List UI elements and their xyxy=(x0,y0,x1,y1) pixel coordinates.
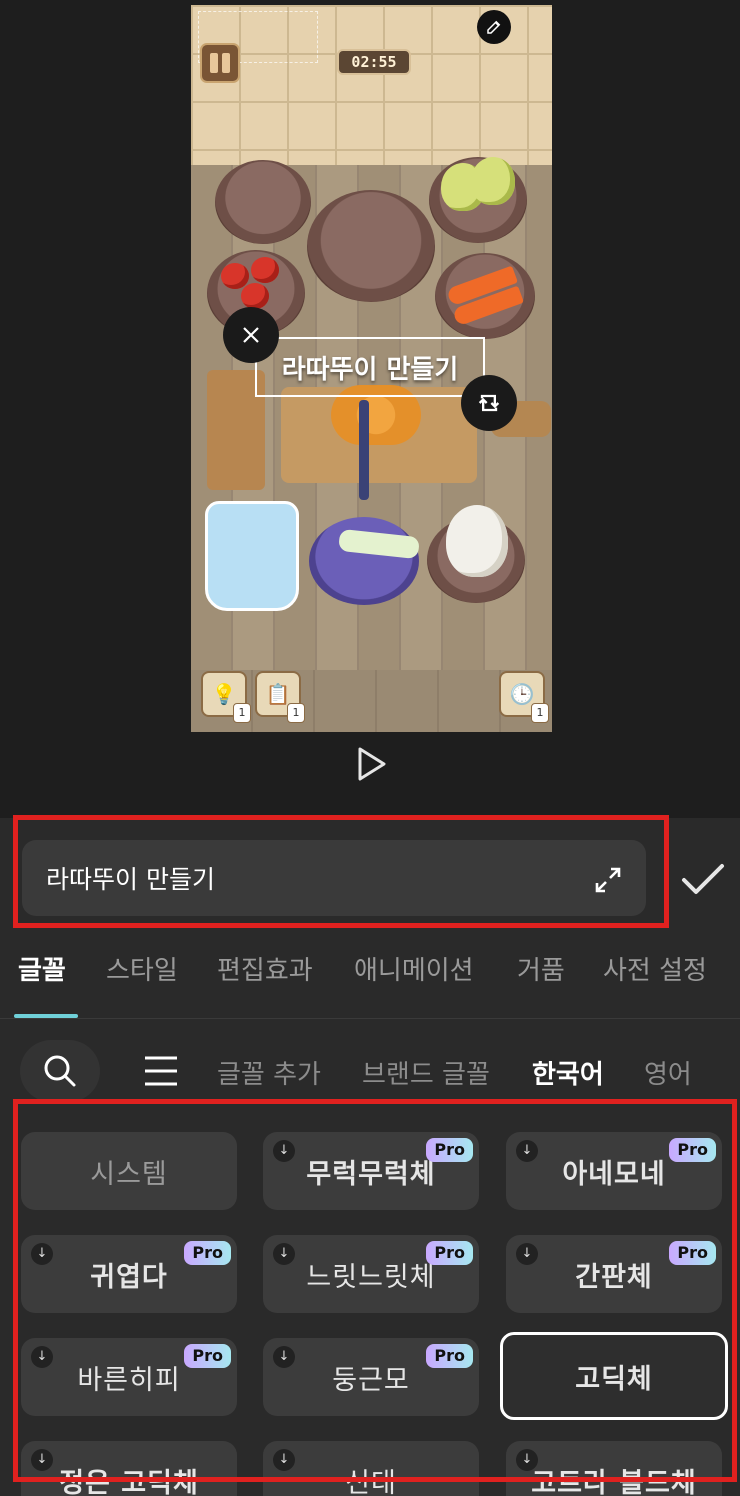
tomato xyxy=(251,257,279,283)
clock-count: 1 xyxy=(531,703,549,723)
video-preview-area: 02:55 💡 1 📋 1 🕒 1 라따뚜이 만들기 xyxy=(0,0,740,818)
purple-bowl xyxy=(307,190,435,302)
text-input-value: 라따뚜이 만들기 xyxy=(46,865,215,894)
pro-badge: Pro xyxy=(669,1138,716,1162)
download-icon: ↓ xyxy=(31,1243,53,1265)
download-icon: ↓ xyxy=(273,1140,295,1162)
font-search-button[interactable] xyxy=(20,1040,100,1102)
rotate-scale-handle[interactable] xyxy=(461,375,517,431)
filter-add-font[interactable]: 글꼴 추가 xyxy=(217,1054,321,1091)
purple-plate xyxy=(309,517,419,605)
font-filter-row: 글꼴 추가 브랜드 글꼴 한국어 영어 xyxy=(0,1040,740,1102)
filter-english[interactable]: 영어 xyxy=(644,1054,692,1091)
font-name: 정은 고딕체 xyxy=(59,1467,199,1496)
text-overlay-box[interactable]: 라따뚜이 만들기 xyxy=(255,337,485,397)
font-list-menu-icon[interactable] xyxy=(142,1054,180,1088)
font-card[interactable]: ↓ Pro 간판체 xyxy=(506,1235,722,1313)
confirm-check-icon[interactable] xyxy=(680,856,726,902)
font-card[interactable]: ↓ Pro 느릿느릿체 xyxy=(263,1235,479,1313)
download-icon: ↓ xyxy=(273,1243,295,1265)
delete-text-button[interactable] xyxy=(223,307,279,363)
search-icon xyxy=(44,1055,76,1087)
font-name: 둥근모 xyxy=(332,1364,410,1396)
tab-style[interactable]: 스타일 xyxy=(106,950,178,987)
font-card[interactable]: ↓ Pro 귀엽다 xyxy=(21,1235,237,1313)
water-pitcher xyxy=(205,501,299,611)
empty-bowl xyxy=(215,160,311,244)
tab-presets[interactable]: 사전 설정 xyxy=(603,950,707,987)
expand-icon[interactable] xyxy=(592,864,624,896)
font-name: 느릿느릿체 xyxy=(306,1261,436,1293)
game-pause-button xyxy=(200,43,240,83)
font-name: 고딕체 xyxy=(575,1363,653,1395)
font-grid: 시스템 ↓ Pro 무럭무럭체 ↓ Pro 아네모네 ↓ Pro 귀엽다 ↓ P… xyxy=(0,1130,740,1496)
kitchen-knife xyxy=(359,400,369,500)
download-icon: ↓ xyxy=(31,1346,53,1368)
pro-badge: Pro xyxy=(669,1241,716,1265)
font-card[interactable]: ↓ 정은 고딕체 xyxy=(21,1441,237,1496)
font-name: 신대 xyxy=(345,1467,397,1496)
download-icon: ↓ xyxy=(273,1346,295,1368)
onion xyxy=(471,157,515,205)
game-timer: 02:55 xyxy=(337,49,411,75)
clock-icon: 🕒 1 xyxy=(499,671,549,723)
font-card-system[interactable]: 시스템 xyxy=(21,1132,237,1210)
font-name: 코트라 볼드체 xyxy=(531,1467,697,1496)
download-icon: ↓ xyxy=(516,1140,538,1162)
play-button[interactable] xyxy=(352,744,392,784)
tab-effects[interactable]: 편집효과 xyxy=(217,950,313,987)
pro-badge: Pro xyxy=(184,1241,231,1265)
pro-badge: Pro xyxy=(426,1344,473,1368)
pencil-icon xyxy=(487,20,501,34)
edit-pencil-button[interactable] xyxy=(477,10,511,44)
font-card[interactable]: ↓ Pro 아네모네 xyxy=(506,1132,722,1210)
tab-font[interactable]: 글꼴 xyxy=(18,950,66,987)
play-icon xyxy=(358,747,386,781)
tomato xyxy=(241,283,269,309)
font-card[interactable]: ↓ 코트라 볼드체 xyxy=(506,1441,722,1496)
font-card[interactable]: ↓ 신대 xyxy=(263,1441,479,1496)
text-edit-tabs: 글꼴 스타일 편집효과 애니메이션 거품 사전 설정 xyxy=(0,940,740,1019)
tab-animation[interactable]: 애니메이션 xyxy=(354,950,474,987)
font-name: 귀엽다 xyxy=(90,1261,168,1293)
hint-bulb-icon: 💡 1 xyxy=(201,671,251,723)
recipe-icon: 📋 1 xyxy=(255,671,305,723)
font-card[interactable]: ↓ Pro 무럭무럭체 xyxy=(263,1132,479,1210)
pro-badge: Pro xyxy=(426,1241,473,1265)
font-name: 시스템 xyxy=(90,1158,168,1190)
tab-bubble[interactable]: 거품 xyxy=(517,950,565,987)
font-name: 아네모네 xyxy=(562,1158,666,1190)
font-card[interactable]: ↓ Pro 둥근모 xyxy=(263,1338,479,1416)
filter-brand-font[interactable]: 브랜드 글꼴 xyxy=(362,1054,490,1091)
rotate-icon xyxy=(478,394,500,412)
download-icon: ↓ xyxy=(273,1449,295,1471)
download-icon: ↓ xyxy=(516,1449,538,1471)
download-icon: ↓ xyxy=(516,1243,538,1265)
text-content-input[interactable]: 라따뚜이 만들기 xyxy=(22,840,646,916)
garlic xyxy=(446,505,508,577)
font-name: 무럭무럭체 xyxy=(306,1158,436,1190)
pro-badge: Pro xyxy=(184,1344,231,1368)
font-card-selected[interactable]: 고딕체 xyxy=(500,1332,728,1420)
filter-korean[interactable]: 한국어 xyxy=(532,1054,604,1091)
close-icon xyxy=(243,327,259,343)
download-icon: ↓ xyxy=(31,1449,53,1471)
pro-badge: Pro xyxy=(426,1138,473,1162)
font-name: 바른히피 xyxy=(77,1364,181,1396)
tomato xyxy=(221,263,249,289)
recipe-count: 1 xyxy=(287,703,305,723)
hint-count: 1 xyxy=(233,703,251,723)
font-card[interactable]: ↓ Pro 바른히피 xyxy=(21,1338,237,1416)
font-name: 간판체 xyxy=(575,1261,653,1293)
active-tab-indicator xyxy=(14,1014,78,1018)
